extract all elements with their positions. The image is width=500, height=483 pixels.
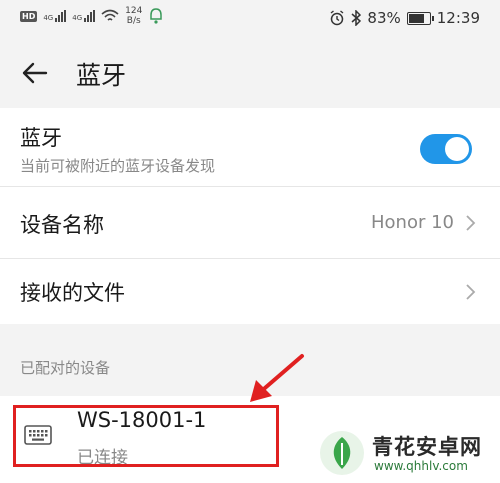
speed-unit: B/s: [126, 16, 141, 26]
toggle-knob: [445, 137, 469, 161]
notification-icon: [150, 8, 163, 24]
bluetooth-toggle[interactable]: [420, 134, 472, 164]
device-name-value: Honor 10: [371, 212, 454, 233]
bluetooth-subtitle: 当前可被附近的蓝牙设备发现: [20, 157, 216, 175]
battery-percent: 83%: [367, 9, 401, 27]
status-right: 83% 12:39: [329, 9, 480, 27]
page-title: 蓝牙: [76, 61, 127, 90]
signal-icon-1: 4G: [43, 10, 67, 22]
annotation-arrow-icon: [250, 354, 304, 402]
app-header: 蓝牙: [0, 40, 500, 108]
watermark-logo-icon: [320, 431, 364, 475]
highlight-box: [13, 405, 279, 467]
hd-badge: HD: [20, 10, 38, 22]
paired-section-title: 已配对的设备: [20, 359, 111, 377]
received-files-row[interactable]: 接收的文件: [0, 258, 500, 325]
bluetooth-title: 蓝牙: [20, 126, 62, 150]
back-arrow-icon[interactable]: [20, 58, 50, 88]
settings-card: 蓝牙 当前可被附近的蓝牙设备发现 设备名称 Honor 10 接收的文件: [0, 108, 500, 324]
alarm-icon: [330, 10, 344, 26]
watermark: 青花安卓网 www.qhhlv.com: [312, 425, 500, 483]
wifi-icon: [101, 9, 119, 21]
network-type-1: 4G: [43, 14, 54, 22]
chevron-right-icon: [466, 284, 476, 300]
device-name-row[interactable]: 设备名称 Honor 10: [0, 186, 500, 259]
clock: 12:39: [436, 9, 480, 27]
bluetooth-row: 蓝牙 当前可被附近的蓝牙设备发现: [0, 108, 500, 186]
network-type-2: 4G: [72, 14, 83, 22]
network-speed: 124 B/s: [125, 6, 142, 26]
speed-value: 124: [125, 6, 143, 16]
device-name-label: 设备名称: [20, 213, 104, 237]
battery-icon: [406, 11, 434, 25]
chevron-right-icon: [466, 215, 476, 231]
watermark-name: 青花安卓网: [372, 435, 482, 459]
status-bar: HD 4G 4G 124 B/s 83% 12:39: [0, 0, 500, 40]
received-files-label: 接收的文件: [20, 281, 125, 305]
status-left: HD 4G 4G 124 B/s: [20, 6, 164, 26]
watermark-url: www.qhhlv.com: [374, 459, 468, 473]
signal-icon-2: 4G: [72, 10, 96, 22]
bluetooth-icon: [351, 10, 362, 26]
